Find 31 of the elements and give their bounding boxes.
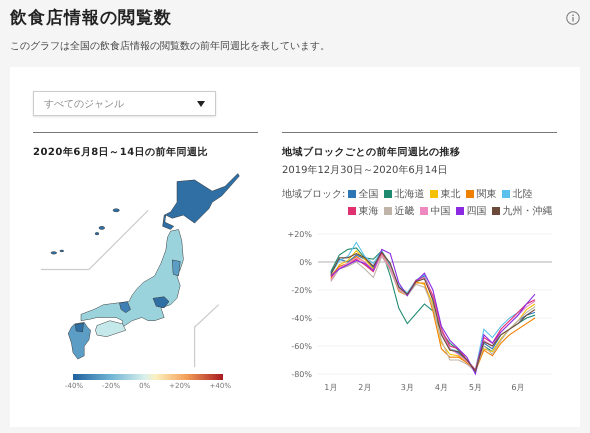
y-tick-label: -60% bbox=[291, 342, 312, 351]
map-title: 2020年6月8日～14日の前年同週比 bbox=[33, 146, 210, 159]
legend-text: 東北 bbox=[440, 188, 460, 201]
legend-text: 中国 bbox=[430, 204, 450, 218]
date-range: 2019年12月30日～2020年6月14日 bbox=[282, 164, 448, 177]
genre-dropdown[interactable]: すべてのジャンル bbox=[33, 91, 216, 116]
legend-text: 九州・沖縄 bbox=[502, 204, 552, 218]
legend-text: 東海 bbox=[358, 204, 378, 218]
page-title: 飲食店情報の閲覧数 bbox=[10, 7, 172, 29]
legend-text: 近畿 bbox=[394, 204, 414, 218]
x-tick-label: 2月 bbox=[358, 383, 372, 392]
legend-text: 北陸 bbox=[512, 188, 532, 201]
y-tick-label: -80% bbox=[291, 370, 312, 379]
caret-icon bbox=[197, 100, 205, 106]
legend-text: 関東 bbox=[476, 188, 496, 201]
legend-text: 四国 bbox=[466, 205, 486, 218]
y-tick-label: +20% bbox=[288, 230, 312, 239]
x-tick-label: 3月 bbox=[400, 383, 414, 392]
legend-text: 北海道 bbox=[394, 188, 424, 201]
x-tick-label: 6月 bbox=[511, 383, 524, 392]
page-description: このグラフは全国の飲食店情報の閲覧数の前年同週比を表しています。 bbox=[10, 40, 331, 53]
info-icon[interactable] bbox=[566, 10, 580, 24]
y-tick-label: -40% bbox=[291, 314, 312, 323]
x-tick-label: 1月 bbox=[324, 383, 338, 392]
y-tick-label: 0% bbox=[299, 258, 312, 267]
chart-title: 地域ブロックごとの前年同週比の推移 bbox=[282, 146, 462, 159]
x-tick-label: 4月 bbox=[434, 383, 448, 392]
legend-text: 全国 bbox=[358, 188, 378, 201]
y-tick-label: -20% bbox=[291, 286, 312, 295]
legend-label: 地域ブロック: bbox=[282, 188, 346, 202]
x-tick-label: 5月 bbox=[468, 383, 482, 392]
